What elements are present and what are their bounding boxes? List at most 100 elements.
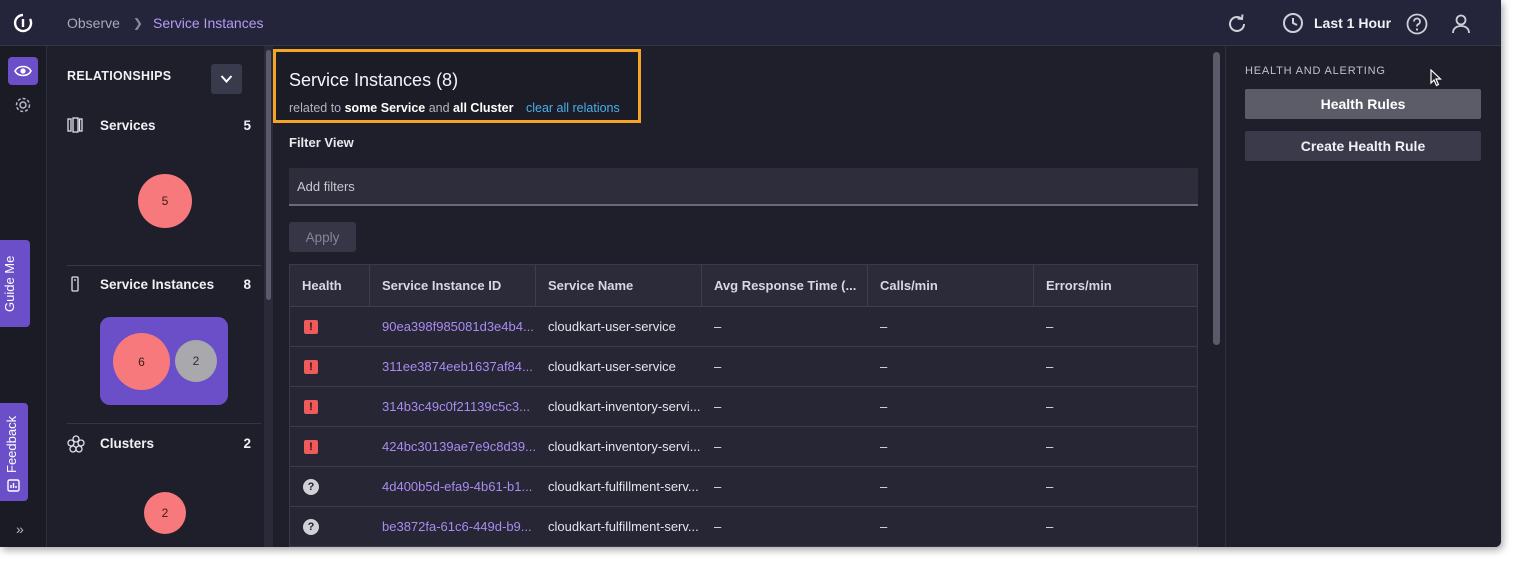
user-icon[interactable]: [1449, 12, 1473, 36]
errors-cell: –: [1046, 399, 1054, 414]
column-header-errors[interactable]: Errors/min: [1034, 265, 1197, 307]
relationship-services[interactable]: Services 5: [67, 116, 251, 136]
errors-cell: –: [1046, 319, 1054, 334]
apply-button[interactable]: Apply: [289, 222, 356, 252]
health-unknown-icon: ?: [303, 519, 319, 535]
service-instances-bubble[interactable]: 6: [113, 333, 170, 390]
relationship-count: 8: [243, 277, 251, 292]
instance-id-link[interactable]: 311ee3874eeb1637af84...: [370, 347, 536, 387]
feedback-label: Feedback: [4, 415, 19, 473]
table-row[interactable]: ! 311ee3874eeb1637af84... cloudkart-user…: [290, 347, 1197, 387]
calls-cell: –: [880, 479, 888, 494]
time-range-picker[interactable]: Last 1 Hour: [1282, 11, 1391, 35]
breadcrumb-observe[interactable]: Observe: [67, 15, 120, 31]
panel-scrollbar[interactable]: [264, 46, 273, 547]
table-row[interactable]: ? 4d400b5d-efa9-4b61-b1... cloudkart-ful…: [290, 467, 1197, 507]
main-scrollbar[interactable]: [1212, 50, 1222, 350]
column-header-service-name[interactable]: Service Name: [536, 265, 702, 307]
relationship-clusters[interactable]: Clusters 2: [67, 434, 251, 454]
main-content: Service Instances (8) related to some Se…: [273, 46, 1213, 547]
app-window: Observe ❯ Service Instances Last 1 Hour: [0, 0, 1501, 547]
table-row[interactable]: ? be3872fa-61c6-449d-b9... cloudkart-ful…: [290, 507, 1197, 547]
avg-response-cell: –: [714, 359, 722, 374]
feedback-tab[interactable]: Feedback: [0, 403, 28, 501]
filter-view-label: Filter View: [289, 135, 354, 150]
table-header: Health Service Instance ID Service Name …: [290, 265, 1197, 307]
service-name-cell: cloudkart-inventory-servi...: [548, 439, 701, 454]
filter-input[interactable]: Add filters: [289, 168, 1198, 206]
table-row[interactable]: ! 424bc30139ae7e9c8d39... cloudkart-inve…: [290, 427, 1197, 467]
calls-cell: –: [880, 519, 888, 534]
chevron-down-icon: [220, 75, 233, 83]
clock-icon: [1283, 13, 1303, 33]
breadcrumb-current[interactable]: Service Instances: [153, 15, 264, 31]
errors-cell: –: [1046, 479, 1054, 494]
service-instances-bubble[interactable]: 2: [175, 340, 217, 382]
relationship-service-instances[interactable]: Service Instances 8: [67, 275, 251, 295]
relationship-count: 5: [243, 118, 251, 133]
app-logo-icon[interactable]: [10, 10, 36, 36]
gear-icon[interactable]: [14, 96, 32, 114]
eye-icon: [14, 65, 32, 77]
scroll-thumb[interactable]: [1213, 52, 1220, 345]
instance-id-link[interactable]: 90ea398f985081d3e4b4...: [370, 307, 536, 347]
relationships-title: RELATIONSHIPS: [67, 69, 172, 83]
relationships-panel: RELATIONSHIPS Services 5 5 Service Insta…: [47, 46, 263, 547]
service-name-cell: cloudkart-inventory-servi...: [548, 399, 701, 414]
create-health-rule-button[interactable]: Create Health Rule: [1245, 131, 1481, 161]
health-alerting-panel: HEALTH AND ALERTING Health Rules Create …: [1225, 46, 1501, 547]
related-and: and: [428, 101, 450, 115]
related-cluster: all Cluster: [453, 101, 514, 115]
calls-cell: –: [880, 359, 888, 374]
errors-cell: –: [1046, 519, 1054, 534]
instance-id-link[interactable]: be3872fa-61c6-449d-b9...: [370, 507, 536, 547]
expand-rail-button[interactable]: »: [16, 521, 24, 537]
guide-me-label: Guide Me: [2, 255, 17, 312]
calls-cell: –: [880, 439, 888, 454]
clear-all-relations-link[interactable]: clear all relations: [526, 101, 620, 115]
column-header-calls[interactable]: Calls/min: [868, 265, 1034, 307]
table-row[interactable]: ! 314b3c49c0f21139c5c3... cloudkart-inve…: [290, 387, 1197, 427]
health-critical-icon: !: [304, 360, 318, 374]
service-instance-icon: [71, 276, 79, 292]
service-instances-group[interactable]: 6 2: [100, 317, 228, 405]
relationship-label: Service Instances: [100, 277, 215, 292]
column-header-health[interactable]: Health: [290, 265, 370, 307]
health-alerting-title: HEALTH AND ALERTING: [1245, 65, 1386, 77]
instance-id-link[interactable]: 4d400b5d-efa9-4b61-b1...: [370, 467, 536, 507]
observe-nav-button[interactable]: [8, 57, 38, 85]
avg-response-cell: –: [714, 319, 722, 334]
service-name-cell: cloudkart-fulfillment-serv...: [548, 519, 699, 534]
breadcrumb: Observe ❯ Service Instances: [67, 15, 263, 31]
calls-cell: –: [880, 319, 888, 334]
avg-response-cell: –: [714, 439, 722, 454]
scroll-thumb[interactable]: [266, 50, 271, 300]
relationship-count: 2: [243, 436, 251, 451]
page-title: Service Instances (8): [289, 70, 459, 90]
divider: [67, 265, 261, 266]
column-header-avg-response[interactable]: Avg Response Time (...: [702, 265, 868, 307]
services-bubble[interactable]: 5: [138, 174, 192, 228]
health-rules-button[interactable]: Health Rules: [1245, 89, 1481, 119]
relationships-toggle-button[interactable]: [211, 64, 242, 94]
instances-table: Health Service Instance ID Service Name …: [289, 264, 1198, 547]
column-header-instance-id[interactable]: Service Instance ID: [370, 265, 536, 307]
filter-placeholder: Add filters: [297, 179, 355, 194]
avg-response-cell: –: [714, 479, 722, 494]
feedback-icon: [7, 479, 20, 492]
instance-id-link[interactable]: 424bc30139ae7e9c8d39...: [370, 427, 536, 467]
clusters-bubble[interactable]: 2: [144, 492, 186, 534]
help-icon[interactable]: [1405, 12, 1429, 36]
table-row[interactable]: ! 90ea398f985081d3e4b4... cloudkart-user…: [290, 307, 1197, 347]
related-prefix: related to: [289, 101, 342, 115]
guide-me-tab[interactable]: Guide Me: [0, 240, 30, 327]
instance-id-link[interactable]: 314b3c49c0f21139c5c3...: [370, 387, 536, 427]
avg-response-cell: –: [714, 399, 722, 414]
relationship-label: Clusters: [100, 436, 155, 451]
cluster-icon: [67, 435, 85, 453]
refresh-icon[interactable]: [1225, 12, 1249, 36]
health-critical-icon: !: [304, 400, 318, 414]
relationship-label: Services: [100, 118, 156, 133]
calls-cell: –: [880, 399, 888, 414]
divider: [67, 423, 261, 424]
